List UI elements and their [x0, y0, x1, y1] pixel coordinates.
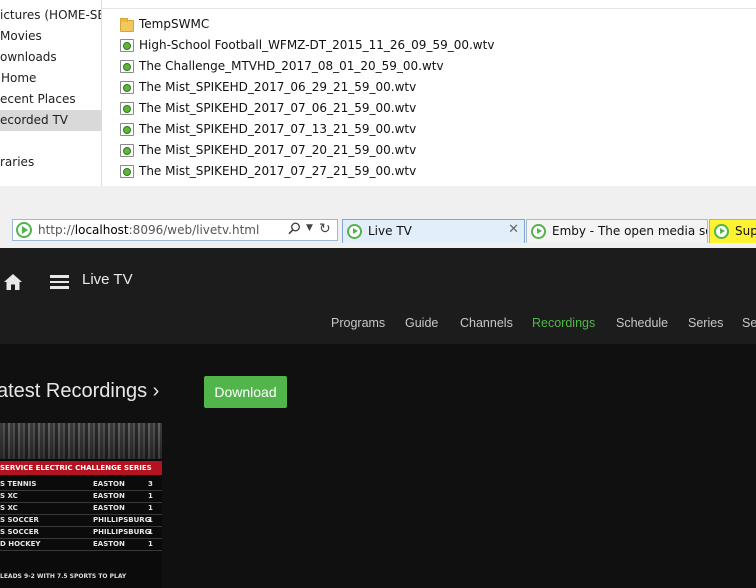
folder-icon	[120, 18, 134, 32]
table-row: D HOCKEY EASTON 1	[0, 539, 162, 551]
file-name: The Mist_SPIKEHD_2017_07_20_21_59_00.wtv	[139, 143, 417, 157]
nav-item-recent-places[interactable]: ecent Places	[0, 89, 101, 110]
search-icon[interactable]	[288, 222, 301, 239]
tab-label: Supp	[735, 224, 756, 238]
tab-live-tv[interactable]: Live TV ✕	[342, 219, 525, 243]
page-title: Live TV	[82, 271, 133, 288]
file-list: TempSWMC High-School Football_WFMZ-DT_20…	[102, 0, 756, 186]
section-title-text: atest Recordings	[0, 380, 148, 402]
wtv-file-icon	[120, 123, 134, 136]
recording-thumbnail[interactable]: SERVICE ELECTRIC CHALLENGE SERIES S TENN…	[0, 423, 162, 588]
emby-logo-icon	[16, 222, 32, 238]
tab-programs[interactable]: Programs	[331, 316, 385, 330]
nav-item-label: Home	[1, 71, 37, 85]
nav-item-label: ecorded TV	[0, 113, 69, 127]
nav-item-label: ecent Places	[0, 92, 76, 106]
emby-logo-icon	[531, 224, 546, 239]
nav-item-movies[interactable]: Movies	[0, 26, 101, 47]
list-divider	[102, 8, 756, 9]
wtv-file-icon	[120, 144, 134, 157]
url-scheme: http://	[38, 223, 75, 237]
tab-series[interactable]: Series	[688, 316, 723, 330]
file-name: The Mist_SPIKEHD_2017_07_06_21_59_00.wtv	[139, 101, 417, 115]
tab-label: Live TV	[368, 224, 412, 238]
app-header: Live TV Programs Guide Channels Recordin…	[0, 248, 756, 344]
tab-settings[interactable]: Se	[742, 316, 756, 330]
nav-item-recorded-tv[interactable]: ecorded TV	[0, 110, 101, 131]
tab-recordings[interactable]: Recordings	[532, 316, 595, 330]
file-name: TempSWMC	[139, 17, 210, 31]
emby-logo-icon	[714, 224, 729, 239]
nav-item-label: Movies	[0, 29, 42, 43]
nav-item-label: ownloads	[0, 50, 57, 64]
menu-icon[interactable]	[50, 275, 69, 289]
tab-channels[interactable]: Channels	[460, 316, 513, 330]
file-name: The Mist_SPIKEHD_2017_07_13_21_59_00.wtv	[139, 122, 417, 136]
wtv-file-icon	[120, 60, 134, 73]
chevron-down-icon[interactable]: ▼	[306, 223, 313, 233]
table-row: S XC EASTON 1	[0, 503, 162, 515]
file-explorer-window: ictures (HOME-SER Movies ownloads Home e…	[0, 0, 756, 187]
file-name: The Challenge_MTVHD_2017_08_01_20_59_00.…	[139, 59, 444, 73]
address-url[interactable]: http://localhost:8096/web/livetv.html	[38, 223, 259, 237]
url-host: localhost	[74, 223, 129, 237]
table-row: S XC EASTON 1	[0, 491, 162, 503]
tab-guide[interactable]: Guide	[405, 316, 438, 330]
refresh-icon[interactable]: ↻	[319, 221, 331, 237]
nav-item-home[interactable]: Home	[0, 68, 101, 89]
nav-item-libraries[interactable]: raries	[0, 152, 101, 173]
chevron-right-icon: ›	[152, 380, 160, 402]
home-icon[interactable]	[3, 273, 23, 291]
table-row: S TENNIS EASTON 3	[0, 479, 162, 491]
table-row: S SOCCER PHILLIPSBURG 1	[0, 515, 162, 527]
download-button[interactable]: Download	[204, 376, 287, 408]
url-path: :8096/web/livetv.html	[128, 223, 260, 237]
latest-recordings-heading[interactable]: atest Recordings ›	[0, 380, 159, 403]
thumbnail-standings-table: S TENNIS EASTON 3 S XC EASTON 1 S XC EASTON 1 …	[0, 479, 162, 551]
wtv-file-icon	[120, 39, 134, 52]
navigation-pane: ictures (HOME-SER Movies ownloads Home e…	[0, 0, 102, 186]
nav-item-label: raries	[0, 155, 35, 169]
file-name: The Mist_SPIKEHD_2017_07_27_21_59_00.wtv	[139, 164, 417, 178]
tab-schedule[interactable]: Schedule	[616, 316, 668, 330]
tab-support[interactable]: Supp	[709, 219, 756, 243]
nav-item-pictures[interactable]: ictures (HOME-SER	[0, 5, 101, 26]
thumbnail-crowd-image	[0, 423, 162, 459]
file-name: High-School Football_WFMZ-DT_2015_11_26_…	[139, 38, 495, 52]
wtv-file-icon	[120, 165, 134, 178]
table-row: S SOCCER PHILLIPSBURG 1	[0, 527, 162, 539]
thumbnail-footer-text: LEADS 9-2 WITH 7.5 SPORTS TO PLAY	[0, 573, 127, 580]
address-bar[interactable]: http://localhost:8096/web/livetv.html ▼ …	[12, 219, 338, 241]
wtv-file-icon	[120, 102, 134, 115]
nav-item-downloads[interactable]: ownloads	[0, 47, 101, 68]
wtv-file-icon	[120, 81, 134, 94]
close-icon[interactable]: ✕	[508, 222, 519, 237]
nav-item-label: ictures (HOME-SER	[0, 8, 101, 22]
file-name: The Mist_SPIKEHD_2017_06_29_21_59_00.wtv	[139, 80, 417, 94]
thumbnail-banner: SERVICE ELECTRIC CHALLENGE SERIES	[0, 461, 162, 475]
tab-emby[interactable]: Emby - The open media so...	[526, 219, 708, 243]
emby-logo-icon	[347, 224, 362, 239]
tab-label: Emby - The open media so...	[552, 224, 708, 238]
emby-app: Live TV Programs Guide Channels Recordin…	[0, 248, 756, 588]
